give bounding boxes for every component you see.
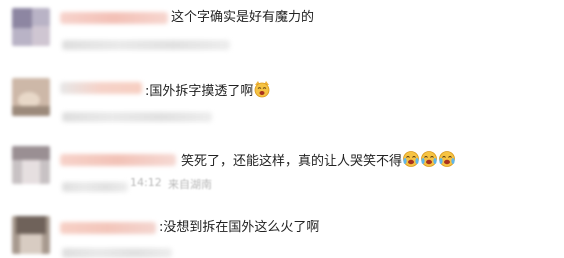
- crying-laugh-emoji: [438, 150, 456, 174]
- comment-text: :国外拆字摸透了啊: [145, 80, 271, 104]
- avatar[interactable]: [12, 216, 50, 254]
- comment-text: :没想到拆在国外这么火了啊: [159, 220, 320, 235]
- username-blurred[interactable]: [60, 12, 168, 24]
- crying-laugh-emoji: [402, 150, 420, 174]
- comment-meta-blurred: [62, 40, 230, 50]
- comment-location: 来自湖南: [168, 178, 212, 191]
- comment-item: :国外拆字摸透了啊: [0, 70, 564, 130]
- username-blurred[interactable]: [60, 222, 156, 234]
- comment-item: :没想到拆在国外这么火了啊: [0, 206, 564, 258]
- avatar[interactable]: [12, 8, 50, 46]
- comment-time: 14:12: [130, 176, 162, 189]
- crying-laugh-emoji: [420, 150, 438, 174]
- username-blurred[interactable]: [60, 154, 176, 166]
- cat-laugh-emoji: [253, 80, 271, 104]
- comment-item: 这个字确实是好有魔力的: [0, 0, 564, 60]
- avatar[interactable]: [12, 78, 50, 116]
- comment-meta-blurred: [62, 112, 212, 122]
- avatar[interactable]: [12, 146, 50, 184]
- comment-meta-blurred: [62, 182, 128, 192]
- comment-text: 这个字确实是好有魔力的: [171, 10, 315, 25]
- comment-item: 笑死了，还能这样，真的让人哭笑不得 14:12 来自湖南: [0, 138, 564, 202]
- comment-text: 笑死了，还能这样，真的让人哭笑不得: [181, 150, 456, 174]
- username-blurred[interactable]: [60, 82, 142, 94]
